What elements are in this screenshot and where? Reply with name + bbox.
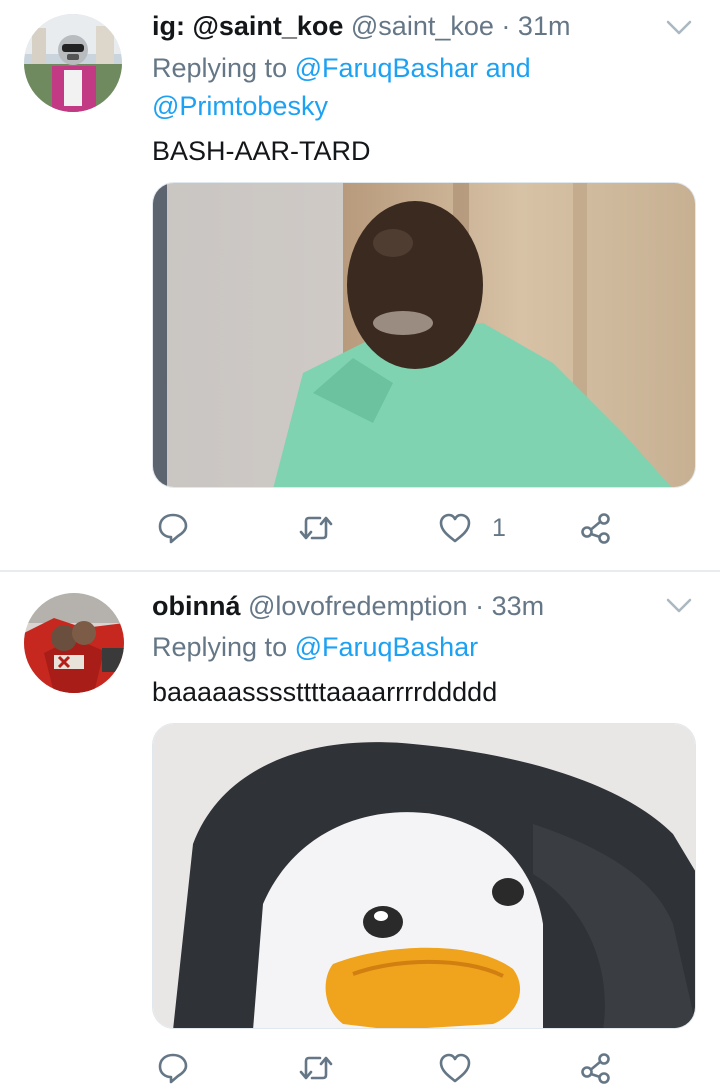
tweet-text: baaaaassssttttaaaarrrrddddd: [152, 677, 498, 707]
tweet-actions: [152, 1048, 622, 1088]
share-button[interactable]: [580, 1048, 612, 1088]
replying-to: Replying to @FaruqBashar and @Primtobesk…: [152, 49, 690, 125]
user-handle[interactable]: @saint_koe: [351, 11, 494, 41]
mention-faruqbashar[interactable]: @FaruqBashar: [295, 53, 479, 83]
tweet-header: ig: @saint_koe @saint_koe · 31m: [152, 6, 696, 46]
separator-dot: ·: [501, 11, 511, 41]
user-handle[interactable]: @lovofredemption: [248, 591, 468, 621]
like-count: 1: [492, 513, 506, 542]
tweet-time[interactable]: 31m: [518, 11, 571, 41]
mention-primtobesky[interactable]: @Primtobesky: [152, 91, 328, 121]
retweet-button[interactable]: [298, 508, 334, 548]
replying-and[interactable]: and: [486, 53, 531, 83]
display-name[interactable]: ig: @saint_koe: [152, 11, 343, 41]
heart-icon: [439, 1053, 471, 1083]
chevron-down-icon[interactable]: [666, 598, 692, 614]
avatar-saint-koe[interactable]: [24, 14, 122, 112]
chevron-down-icon[interactable]: [666, 20, 692, 36]
like-button[interactable]: [438, 1048, 472, 1088]
avatar-obinna[interactable]: [24, 593, 124, 693]
separator-dot: ·: [475, 591, 485, 621]
tweet-2[interactable]: obinná @lovofredemption · 33m Replying t…: [0, 572, 720, 1084]
tweet-actions: 1: [152, 508, 622, 548]
share-icon: [581, 513, 610, 544]
heart-icon: [439, 513, 471, 543]
display-name[interactable]: obinná: [152, 591, 241, 621]
replying-prefix: Replying to: [152, 53, 288, 83]
like-button[interactable]: 1: [438, 508, 506, 548]
mention-faruqbashar[interactable]: @FaruqBashar: [295, 632, 479, 662]
reply-button[interactable]: [156, 508, 190, 548]
tweet-text: BASH-AAR-TARD: [152, 136, 371, 166]
replying-prefix: Replying to: [152, 632, 288, 662]
tweet-1[interactable]: ig: @saint_koe @saint_koe · 31m Replying…: [0, 0, 720, 570]
tweet-media-image[interactable]: [152, 182, 696, 488]
tweet-header: obinná @lovofredemption · 33m: [152, 586, 696, 626]
tweet-time[interactable]: 33m: [492, 591, 545, 621]
share-button[interactable]: [580, 508, 612, 548]
reply-button[interactable]: [156, 1048, 190, 1088]
replying-to: Replying to @FaruqBashar: [152, 628, 690, 666]
share-icon: [581, 1053, 610, 1084]
tweet-media-image[interactable]: [152, 723, 696, 1029]
reply-icon: [158, 513, 188, 544]
retweet-button[interactable]: [298, 1048, 334, 1088]
retweet-icon: [299, 516, 333, 540]
